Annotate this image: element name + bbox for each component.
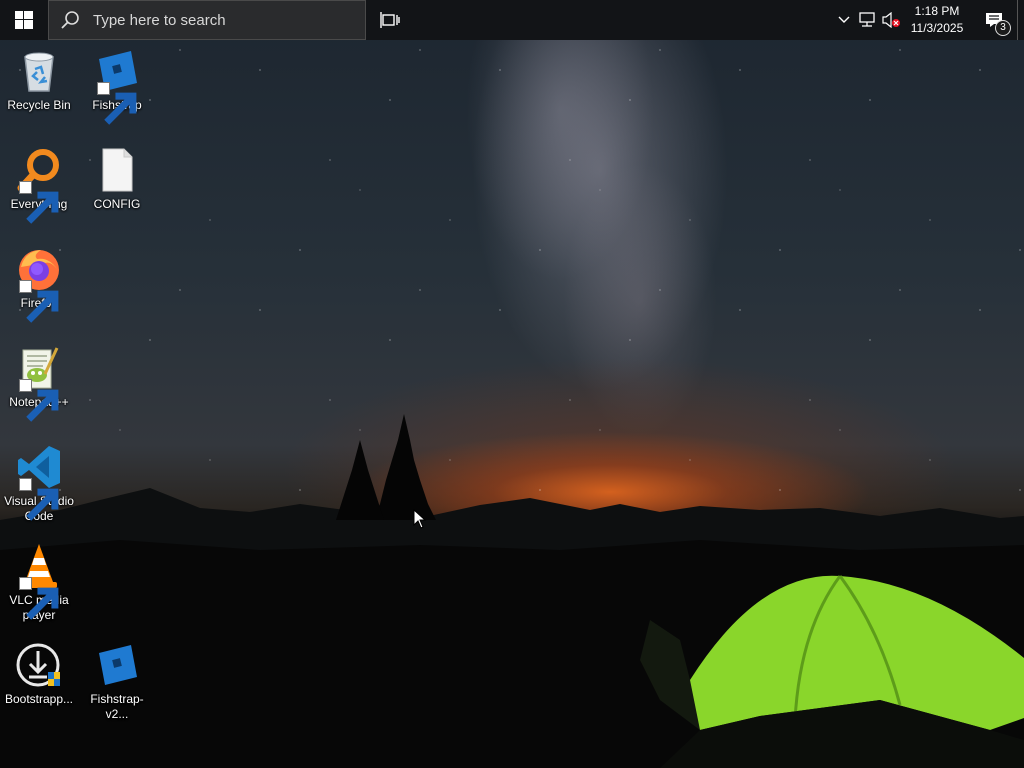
desktop-icon-config[interactable]: CONFIG	[79, 146, 155, 212]
desktop-icon-everything[interactable]: Everything	[1, 146, 77, 224]
show-hidden-icons-button[interactable]	[833, 0, 855, 40]
network-ethernet-icon	[859, 12, 875, 27]
bootstrapper-icon	[16, 643, 60, 687]
shortcut-arrow-icon	[19, 280, 59, 323]
shortcut-arrow-icon	[19, 577, 59, 620]
desktop-icon-label: CONFIG	[93, 197, 141, 211]
desktop-icon-vscode[interactable]: Visual Studio Code	[1, 443, 77, 524]
action-center-button[interactable]: 3	[971, 0, 1017, 40]
desktop-icon-label: Bootstrapp...	[4, 692, 74, 706]
chevron-up-icon	[838, 16, 850, 23]
recycle-bin-icon	[24, 52, 54, 92]
notification-count-badge: 3	[995, 20, 1011, 36]
file-icon	[102, 148, 133, 192]
desktop-icon-firefox[interactable]: Firefox	[1, 245, 77, 323]
desktop-icon-notepadpp[interactable]: Notepad++	[1, 344, 77, 422]
shortcut-arrow-icon	[19, 379, 59, 422]
shortcut-arrow-icon	[19, 478, 59, 521]
clock-date: 11/3/2025	[910, 21, 964, 35]
task-view-icon	[380, 12, 400, 28]
search-icon	[61, 11, 79, 29]
desktop-icon-fishstrap[interactable]: Fishstrap	[79, 47, 155, 125]
desktop-icon-vlc[interactable]: VLC media player	[1, 542, 77, 623]
show-desktop-button[interactable]	[1017, 0, 1024, 40]
taskbar-clock[interactable]: 1:18 PM 11/3/2025	[903, 0, 971, 40]
network-button[interactable]	[855, 0, 879, 40]
system-tray: 1:18 PM 11/3/2025 3	[833, 0, 1024, 40]
taskbar: Type here to search 1:18 PM 11/3/2025 3	[0, 0, 1024, 40]
taskbar-search-box[interactable]: Type here to search	[48, 0, 366, 40]
search-placeholder: Type here to search	[93, 11, 226, 29]
clock-time: 1:18 PM	[914, 4, 960, 18]
fishstrap-icon	[99, 645, 137, 685]
desktop-icon-recycle-bin[interactable]: Recycle Bin	[1, 47, 77, 113]
shortcut-arrow-icon	[19, 181, 59, 224]
desktop-icon-label: Recycle Bin	[7, 98, 71, 112]
windows-logo-icon	[15, 11, 33, 29]
shortcut-arrow-icon	[97, 82, 137, 125]
task-view-button[interactable]	[366, 0, 414, 40]
desktop-icon-label: Fishstrap-v2...	[90, 692, 144, 721]
desktop-icon-fishstrap-installer[interactable]: Fishstrap-v2...	[79, 641, 155, 722]
start-button[interactable]	[0, 0, 48, 40]
mouse-cursor-icon	[413, 509, 427, 529]
desktop-icon-bootstrapper[interactable]: Bootstrapp...	[1, 641, 77, 707]
volume-muted-icon	[882, 12, 900, 28]
volume-button[interactable]	[879, 0, 903, 40]
